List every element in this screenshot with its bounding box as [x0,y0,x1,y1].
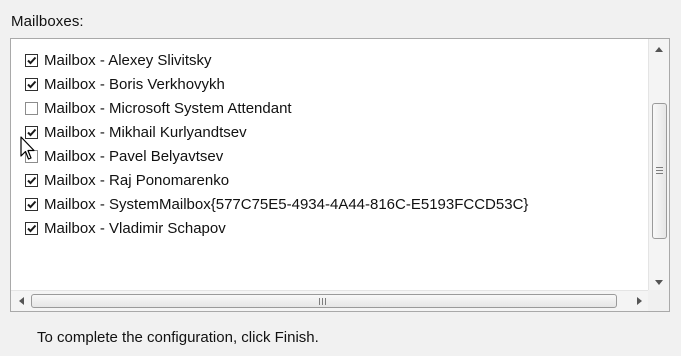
item-label: Mailbox - SystemMailbox{577C75E5-4934-4A… [44,195,529,213]
item-label: Mailbox - Boris Verkhovykh [44,75,225,93]
list-item[interactable]: Mailbox - Microsoft System Attendant [25,96,292,120]
list-item[interactable]: Mailbox - Boris Verkhovykh [25,72,225,96]
grip-icon [656,167,663,176]
list-item[interactable]: Mailbox - Raj Ponomarenko [25,168,229,192]
item-label: Mailbox - Vladimir Schapov [44,219,226,237]
item-label: Mailbox - Raj Ponomarenko [44,171,230,189]
list-item[interactable]: Mailbox - Pavel Belyavtsev [25,144,223,168]
scroll-right-button[interactable] [629,291,649,311]
triangle-down-icon [655,279,663,285]
mailbox-listbox[interactable]: Mailbox - Alexey Slivitsky Mailbox - Bor… [10,38,670,312]
item-label: Mailbox - Mikhail Kurlyandtsev [44,123,247,141]
checkbox-checked[interactable] [25,173,38,187]
triangle-left-icon [18,297,24,305]
scroll-left-button[interactable] [11,291,31,311]
mailboxes-label: Mailboxes: [11,13,84,30]
triangle-up-icon [655,46,663,52]
checkbox-checked[interactable] [25,125,38,139]
list-item[interactable]: Mailbox - Alexey Slivitsky [25,48,212,72]
scrollbar-corner [648,290,669,311]
list-item[interactable]: Mailbox - SystemMailbox{577C75E5-4934-4A… [25,192,528,216]
grip-icon [319,298,328,305]
item-label: Mailbox - Pavel Belyavtsev [44,147,224,165]
checkbox-checked[interactable] [25,197,38,211]
vertical-scrollbar[interactable] [648,39,669,292]
horizontal-scroll-thumb[interactable] [31,294,617,308]
mailbox-items: Mailbox - Alexey Slivitsky Mailbox - Bor… [11,39,649,292]
list-item[interactable]: Mailbox - Mikhail Kurlyandtsev [25,120,247,144]
horizontal-scrollbar[interactable] [11,290,649,311]
checkbox-unchecked[interactable] [25,149,38,163]
triangle-right-icon [636,297,642,305]
checkbox-checked[interactable] [25,221,38,235]
vertical-scroll-thumb[interactable] [652,103,667,239]
scroll-up-button[interactable] [649,39,669,59]
checkbox-checked[interactable] [25,53,38,67]
checkbox-checked[interactable] [25,77,38,91]
instruction-text: To complete the configuration, click Fin… [37,329,319,346]
item-label: Mailbox - Microsoft System Attendant [44,99,292,117]
list-item[interactable]: Mailbox - Vladimir Schapov [25,216,226,240]
scroll-down-button[interactable] [649,272,669,292]
item-label: Mailbox - Alexey Slivitsky [44,51,212,69]
checkbox-unchecked[interactable] [25,101,38,115]
